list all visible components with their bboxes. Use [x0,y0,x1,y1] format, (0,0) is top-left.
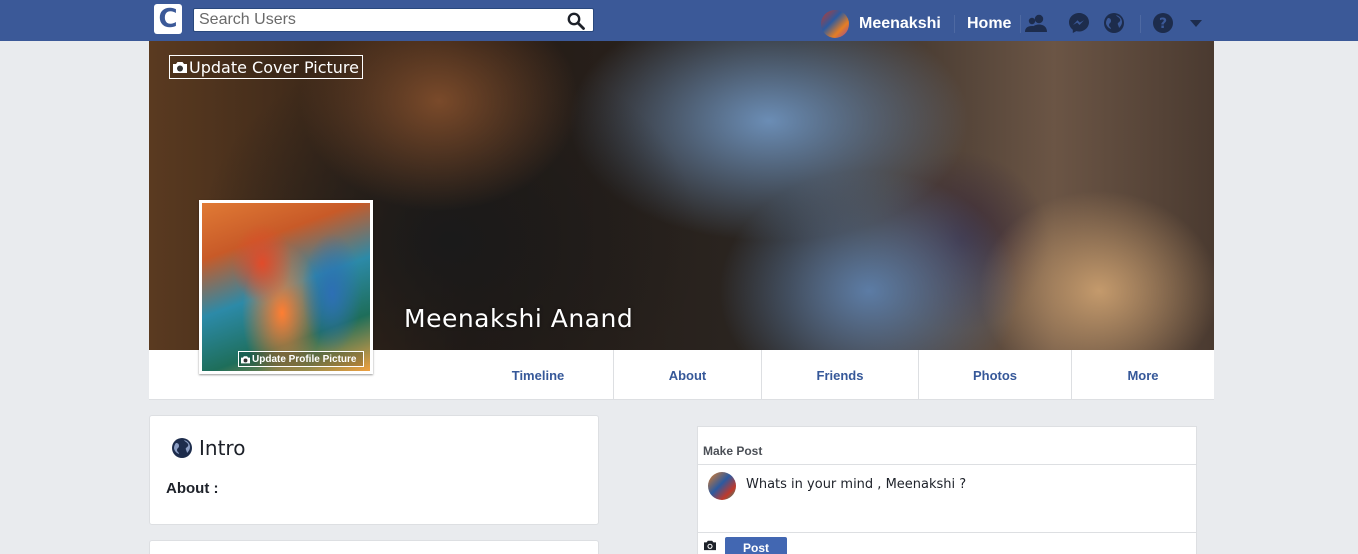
camera-icon[interactable] [703,539,717,551]
tab-friends[interactable]: Friends [762,350,918,400]
tab-label: About [668,367,707,383]
intro-title: Intro [199,436,246,460]
app-logo[interactable]: C [154,4,182,34]
help-icon[interactable]: ? [1152,12,1174,34]
tab-photos[interactable]: Photos [919,350,1071,400]
friends-icon[interactable] [1025,12,1047,34]
post-header: Make Post [698,427,1196,465]
user-name: Meenakshi [859,15,941,32]
tab-label: Timeline [511,367,565,383]
search-box [193,8,594,32]
update-cover-button[interactable]: Update Cover Picture [169,55,363,79]
update-profile-picture-button[interactable]: Update Profile Picture [238,351,364,367]
profile-picture[interactable] [199,200,373,374]
globe-icon [172,438,192,458]
post-input[interactable]: Whats in your mind , Meenakshi ? [746,477,966,492]
tab-timeline[interactable]: Timeline [463,350,613,400]
svg-text:?: ? [1159,16,1167,32]
about-label: About : [166,480,219,497]
search-input[interactable] [194,9,554,31]
divider [1140,15,1141,33]
tab-about[interactable]: About [614,350,761,400]
intro-heading: Intro [171,436,245,460]
update-cover-label: Update Cover Picture [189,57,359,77]
secondary-card [149,540,599,554]
divider [1020,15,1021,33]
messenger-icon[interactable] [1068,12,1090,34]
update-profile-label: Update Profile Picture [252,353,357,365]
profile-name: Meenakshi Anand [404,304,634,333]
globe-icon[interactable] [1103,12,1125,34]
search-icon[interactable] [567,12,585,30]
tab-label: More [1127,367,1159,383]
chevron-down-icon[interactable] [1188,16,1204,30]
avatar [708,472,736,500]
tab-label: Friends [816,367,864,383]
post-composer[interactable]: Whats in your mind , Meenakshi ? [698,465,1196,533]
top-navigation-bar: C Meenakshi Home ? [0,0,1358,41]
tab-label: Photos [972,367,1018,383]
make-post-card: Make Post Whats in your mind , Meenakshi… [697,426,1197,554]
profile-link[interactable]: Meenakshi [821,10,941,38]
post-button[interactable]: Post [725,537,787,554]
camera-icon [241,355,250,363]
divider [954,15,955,33]
home-link[interactable]: Home [967,15,1011,33]
camera-icon [173,62,187,73]
tab-more[interactable]: More [1072,350,1214,400]
intro-card: Intro About : [149,415,599,525]
avatar [821,10,849,38]
